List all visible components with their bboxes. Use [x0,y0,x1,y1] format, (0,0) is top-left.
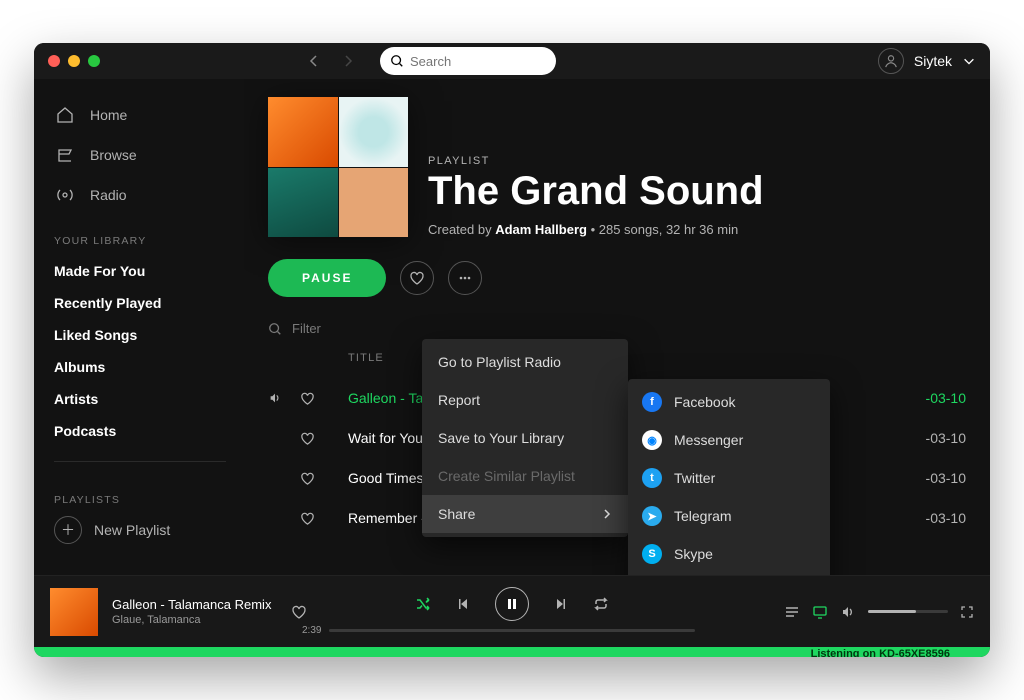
home-icon [54,104,76,126]
shuffle-button[interactable] [415,596,431,612]
now-playing-icon [268,391,282,405]
sidebar: Home Browse Radio YOUR LIBRARY Made For … [34,79,244,575]
plus-icon: ＋ [54,516,82,544]
like-track-button[interactable] [300,471,315,486]
sidebar-item-home[interactable]: Home [54,97,226,133]
like-track-button[interactable] [300,511,315,526]
user-menu[interactable]: Siytek [878,48,976,74]
sidebar-heading-library: YOUR LIBRARY [54,235,226,247]
context-menu-item: Create Similar Playlist [422,457,628,495]
playlist-cover[interactable] [268,97,408,237]
volume-slider[interactable] [868,610,948,613]
track-date: -03-10 [876,470,966,486]
queue-button[interactable] [784,604,800,620]
context-menu-item[interactable]: Report [422,381,628,419]
close-window-button[interactable] [48,55,60,67]
search-icon [390,54,404,68]
sidebar-item-radio[interactable]: Radio [54,177,226,213]
context-menu: Go to Playlist RadioReportSave to Your L… [422,339,628,537]
sidebar-item-recently-played[interactable]: Recently Played [54,289,226,317]
nav-back-button[interactable] [300,47,328,75]
volume-icon[interactable] [840,604,856,620]
skype-icon: S [642,544,662,564]
transport-controls: 2:39 0:00 [302,587,722,636]
playlist-creator-link[interactable]: Adam Hallberg [495,222,587,237]
context-menu-item[interactable]: Share [422,495,628,533]
more-options-button[interactable] [448,261,482,295]
window-controls [48,55,100,67]
share-menu-item[interactable]: ➤Telegram [628,497,830,535]
share-menu-item[interactable]: tTwitter [628,459,830,497]
new-playlist-label: New Playlist [94,522,170,538]
nav-forward-button[interactable] [334,47,362,75]
column-title-header[interactable]: TITLE [348,352,384,364]
twitter-icon: t [642,468,662,488]
cast-device-label[interactable]: Listening on KD-65XE8596 [811,648,950,657]
track-date: -03-10 [876,390,966,406]
sidebar-item-liked-songs[interactable]: Liked Songs [54,321,226,349]
devices-button[interactable] [812,604,828,620]
chevron-down-icon [962,54,976,68]
sidebar-item-label: Radio [90,187,127,203]
sidebar-item-label: Home [90,107,127,123]
next-track-button[interactable] [553,596,569,612]
like-track-button[interactable] [300,431,315,446]
fullscreen-button[interactable] [960,605,974,619]
minimize-window-button[interactable] [68,55,80,67]
playlist-kicker: PLAYLIST [428,155,764,167]
context-menu-item[interactable]: Go to Playlist Radio [422,343,628,381]
sidebar-item-browse[interactable]: Browse [54,137,226,173]
context-menu-item[interactable]: Save to Your Library [422,419,628,457]
share-menu-item[interactable]: ◉Messenger [628,421,830,459]
app-window: Siytek Home Browse Radio YOUR LIBRARY Ma… [34,43,990,657]
sidebar-item-label: Browse [90,147,137,163]
user-name: Siytek [914,53,952,69]
playlist-subtitle: Created by Adam Hallberg • 285 songs, 32… [428,222,764,237]
messenger-icon: ◉ [642,430,662,450]
player-bar: Galleon - Talamanca Remix Glaue, Talaman… [34,575,990,647]
browse-icon [54,144,76,166]
playlist-title: The Grand Sound [428,169,764,214]
like-track-button[interactable] [300,391,315,406]
share-submenu: fFacebook◉MessengertTwitter➤TelegramSSky… [628,379,830,575]
chevron-right-icon [602,509,612,519]
repeat-button[interactable] [593,596,609,612]
sidebar-divider [54,461,226,462]
track-date: -03-10 [876,510,966,526]
titlebar: Siytek [34,43,990,79]
share-menu-item[interactable]: SSkype [628,535,830,573]
now-playing-artist[interactable]: Glaue, Talamanca [112,614,271,626]
sidebar-item-artists[interactable]: Artists [54,385,226,413]
search-icon [268,322,282,336]
radio-icon [54,184,76,206]
maximize-window-button[interactable] [88,55,100,67]
sidebar-item-albums[interactable]: Albums [54,353,226,381]
previous-track-button[interactable] [455,596,471,612]
user-avatar-icon [878,48,904,74]
sidebar-heading-playlists: PLAYLISTS [54,494,226,506]
playlist-hero: PLAYLIST The Grand Sound Created by Adam… [268,97,966,237]
play-pause-button[interactable] [495,587,529,621]
now-playing-title[interactable]: Galleon - Talamanca Remix [112,597,271,612]
sidebar-item-made-for-you[interactable]: Made For You [54,257,226,285]
search-field[interactable] [380,47,556,75]
search-input[interactable] [410,54,546,69]
share-menu-item[interactable]: fFacebook [628,383,830,421]
like-playlist-button[interactable] [400,261,434,295]
facebook-icon: f [642,392,662,412]
progress-bar[interactable] [329,629,694,632]
telegram-icon: ➤ [642,506,662,526]
filter-field[interactable]: Filter [268,321,966,336]
track-date: -03-10 [876,430,966,446]
sidebar-item-podcasts[interactable]: Podcasts [54,417,226,445]
now-playing-cover[interactable] [50,588,98,636]
filter-label: Filter [292,321,321,336]
new-playlist-button[interactable]: ＋ New Playlist [54,516,226,544]
share-menu-item[interactable]: tTumblr [628,573,830,575]
main-content: PLAYLIST The Grand Sound Created by Adam… [244,79,990,575]
elapsed-time: 2:39 [302,625,321,636]
pause-button[interactable]: PAUSE [268,259,386,297]
